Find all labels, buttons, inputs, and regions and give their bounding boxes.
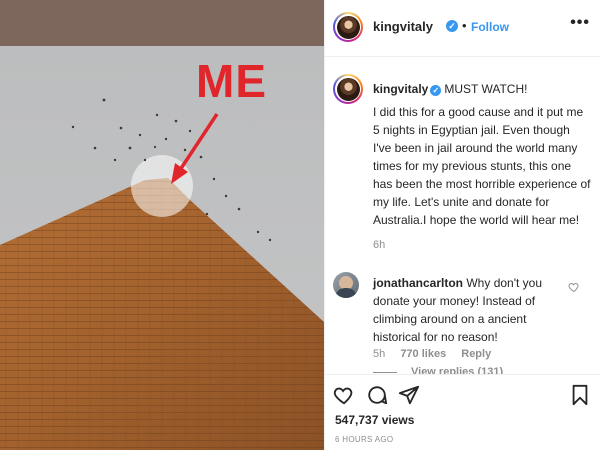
arrow — [171, 113, 219, 184]
comment-meta: 5h 770 likes Reply — [373, 348, 503, 360]
caption-timestamp[interactable]: 6h — [373, 239, 385, 251]
post-sidebar: kingvitaly ✓ • Follow ••• kingvitaly ✓ MUS… — [325, 0, 600, 450]
view-replies-link[interactable]: View replies (131) — [373, 366, 503, 374]
reply-button[interactable]: Reply — [461, 348, 491, 360]
pyramid-brick-texture — [0, 178, 324, 450]
caption-username[interactable]: kingvitaly — [373, 82, 428, 96]
caption-author-avatar[interactable] — [333, 74, 363, 104]
caption-header: kingvitaly ✓ MUST WATCH! — [373, 82, 527, 96]
actions-divider — [325, 374, 600, 375]
commenter-username[interactable]: jonathancarlton — [373, 276, 463, 290]
commenter-avatar[interactable] — [333, 272, 359, 298]
pyramid-scene — [0, 98, 324, 450]
bookmark-icon[interactable] — [569, 384, 591, 406]
caption-headline: MUST WATCH! — [444, 82, 528, 96]
view-count[interactable]: 547,737 views — [335, 413, 414, 427]
post-media[interactable]: ME — [0, 0, 324, 450]
posted-time[interactable]: 6 HOURS AGO — [335, 435, 393, 444]
heart-icon[interactable] — [333, 384, 355, 406]
post-header: kingvitaly ✓ • Follow ••• — [325, 0, 600, 57]
caption-verified-icon: ✓ — [430, 85, 442, 96]
header-separator: • — [462, 18, 467, 33]
comment-like-heart-icon[interactable] — [568, 281, 580, 293]
caption-text: I did this for a good cause and it put m… — [373, 105, 591, 227]
verified-badge-icon: ✓ — [446, 20, 458, 32]
comment-icon[interactable] — [366, 384, 388, 406]
comment-timestamp[interactable]: 5h — [373, 348, 385, 360]
me-overlay-text: ME — [196, 55, 267, 107]
send-icon[interactable] — [398, 384, 420, 406]
author-username[interactable]: kingvitaly — [373, 19, 433, 34]
comment-text-block: jonathancarlton Why don't you donate you… — [373, 274, 563, 346]
comment-likes[interactable]: 770 likes — [400, 348, 446, 360]
follow-button[interactable]: Follow — [471, 20, 509, 34]
comments-section[interactable]: kingvitaly ✓ MUST WATCH! I did this for a … — [325, 58, 600, 374]
author-avatar[interactable] — [333, 12, 363, 42]
more-options-icon[interactable]: ••• — [570, 14, 590, 32]
